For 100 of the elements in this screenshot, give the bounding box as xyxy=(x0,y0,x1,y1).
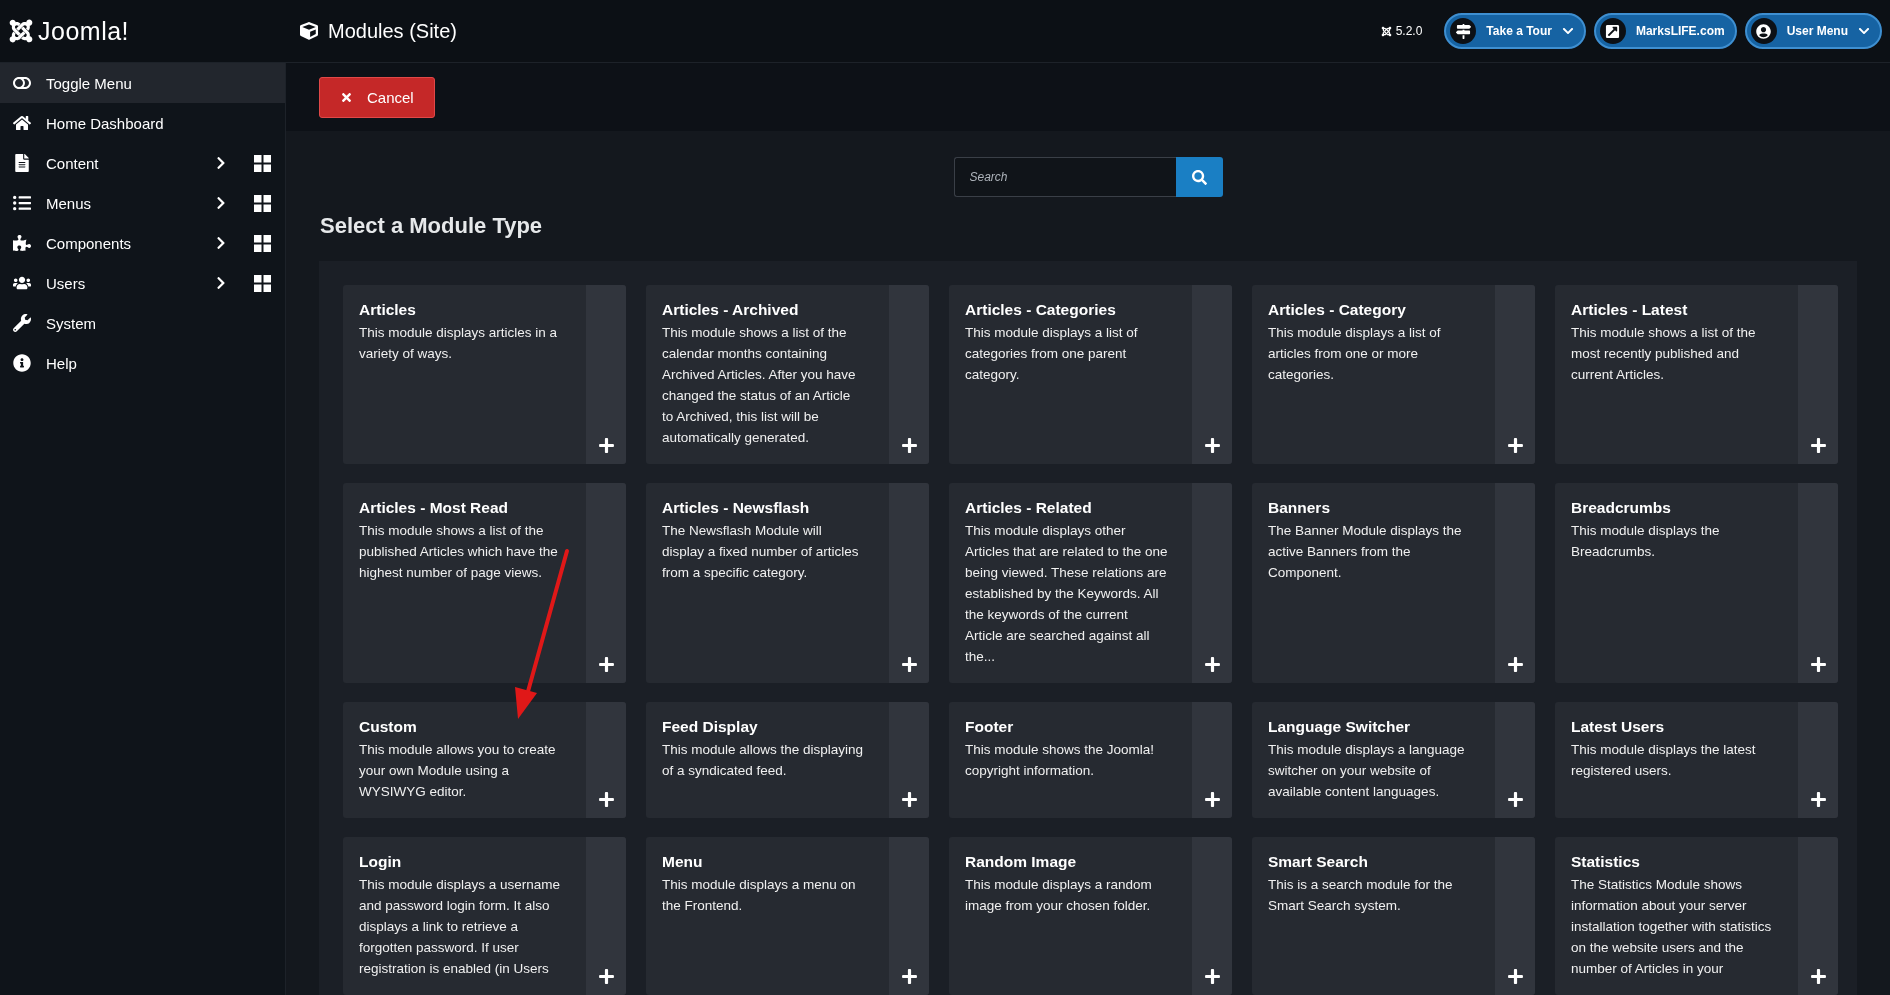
plus-icon xyxy=(1506,437,1524,454)
caret-icon xyxy=(1858,25,1870,37)
module-description: This module displays articles in a variety of ways. xyxy=(359,324,559,363)
module-description: This module displays a random image from your chosen folder. xyxy=(965,876,1153,915)
module-card[interactable]: Articles This module displays articles in a variety of ways. xyxy=(343,285,626,464)
add-button[interactable] xyxy=(597,968,615,985)
plus-icon xyxy=(900,437,918,454)
grid-icon[interactable] xyxy=(254,274,271,292)
users-icon xyxy=(13,274,31,292)
module-title: Login xyxy=(359,853,403,871)
document-icon xyxy=(13,154,31,172)
sidebar-item[interactable]: System xyxy=(0,303,285,343)
module-card[interactable]: Footer This module shows the Joomla! copyright information. xyxy=(949,702,1232,818)
add-button[interactable] xyxy=(1809,791,1827,808)
module-description: This is a search module for the Smart Search system. xyxy=(1268,876,1454,915)
grid-icon[interactable] xyxy=(254,234,271,252)
sidebar-item[interactable]: Help xyxy=(0,343,285,383)
sidebar-item[interactable]: Components xyxy=(0,223,285,263)
add-button[interactable] xyxy=(900,791,918,808)
plus-icon xyxy=(900,791,918,808)
add-button[interactable] xyxy=(597,656,615,673)
plus-icon xyxy=(1203,791,1221,808)
module-card[interactable]: Latest Users This module displays the latest registered users. xyxy=(1555,702,1838,818)
add-button[interactable] xyxy=(1203,656,1221,673)
add-button[interactable] xyxy=(597,791,615,808)
list-icon xyxy=(13,194,31,212)
add-button[interactable] xyxy=(1506,656,1524,673)
module-card[interactable]: Smart Search This is a search module for the Smart Search system. xyxy=(1252,837,1535,995)
info-icon xyxy=(13,354,31,372)
external-link-icon xyxy=(1605,23,1621,39)
add-button[interactable] xyxy=(1203,791,1221,808)
header-button[interactable]: MarksLIFE.com xyxy=(1593,13,1737,49)
grid-icon[interactable] xyxy=(254,194,271,212)
add-button[interactable] xyxy=(1506,791,1524,808)
add-button[interactable] xyxy=(900,656,918,673)
module-title: Articles - Related xyxy=(965,499,1093,517)
module-card[interactable]: Feed Display This module allows the displaying of a syndicated feed. xyxy=(646,702,929,818)
module-title: Articles - Most Read xyxy=(359,499,509,517)
add-button[interactable] xyxy=(1506,437,1524,454)
module-card[interactable]: Banners The Banner Module displays the active Banners from the Component. xyxy=(1252,483,1535,683)
add-button[interactable] xyxy=(1809,437,1827,454)
module-card[interactable]: Articles - Most Read This module shows a list of the published Articles which have the highest number of page views. xyxy=(343,483,626,683)
module-card[interactable]: Language Switcher This module displays a language switcher on your website of available content languages. xyxy=(1252,702,1535,818)
add-button[interactable] xyxy=(1203,437,1221,454)
module-title: Random Image xyxy=(965,853,1078,871)
sidebar-item[interactable]: Menus xyxy=(0,183,285,223)
module-card[interactable] xyxy=(646,285,929,464)
module-description: This module allows you to create your own Module using a WYSIWYG editor. xyxy=(359,741,557,801)
add-button[interactable] xyxy=(900,968,918,985)
module-card[interactable]: Custom This module allows you to create your own Module using a WYSIWYG editor. xyxy=(343,702,626,818)
module-card[interactable]: Articles - Newsflash The Newsflash Module will display a fixed number of articles from a specific category. xyxy=(646,483,929,683)
module-card[interactable]: Articles - Category This module displays a list of articles from one or more categories. xyxy=(1252,285,1535,464)
add-button[interactable] xyxy=(1809,968,1827,985)
module-description: This module shows a list of the calendar months containing Archived Articles. After you have changed the status of an Article to Archived, this list will be automatically generated. xyxy=(662,324,857,447)
module-title: Articles - Category xyxy=(1268,301,1407,319)
add-button[interactable] xyxy=(1203,968,1221,985)
module-description: This module displays the latest registered users. xyxy=(1571,741,1757,780)
module-description: This module shows the Joomla! copyright information. xyxy=(965,741,1156,780)
add-button[interactable] xyxy=(1809,656,1827,673)
module-description: The Statistics Module shows information about your server installation together with statistics on the website users and the number of Articles in your xyxy=(1571,876,1773,978)
module-title: Breadcrumbs xyxy=(1571,499,1672,517)
header-button[interactable]: User Menu xyxy=(1744,13,1882,49)
plus-icon xyxy=(597,968,615,985)
module-card[interactable]: Menu This module displays a menu on the Frontend. xyxy=(646,837,929,995)
sidebar-item[interactable]: Toggle Menu xyxy=(0,63,285,103)
module-card[interactable]: Random Image This module displays a random image from your chosen folder. xyxy=(949,837,1232,995)
sidebar-item[interactable]: Content xyxy=(0,143,285,183)
caret-icon xyxy=(1561,25,1574,37)
plus-icon xyxy=(597,437,615,454)
user-icon xyxy=(1756,23,1772,39)
search-field[interactable]: Search xyxy=(953,157,1176,197)
plus-icon xyxy=(1203,437,1221,454)
add-button[interactable] xyxy=(597,437,615,454)
module-card[interactable]: Login This module displays a username and password login form. It also displays a link to retrieve a forgotten password. If user registration is enabled (in Users xyxy=(343,837,626,995)
add-button[interactable] xyxy=(1506,968,1524,985)
module-description: This module displays the Breadcrumbs. xyxy=(1571,522,1721,561)
module-title: Articles - Newsflash xyxy=(662,499,811,517)
module-card[interactable]: Articles - Latest This module shows a list of the most recently published and current Articles. xyxy=(1555,285,1838,464)
plus-icon xyxy=(1203,656,1221,673)
header-button[interactable]: Take a Tour xyxy=(1444,13,1586,49)
module-title: Statistics xyxy=(1571,853,1641,871)
module-title: Custom xyxy=(359,718,418,736)
logo-text: Joomla! xyxy=(38,16,130,46)
toggle-icon xyxy=(13,74,31,92)
module-description: This module displays a list of articles from one or more categories. xyxy=(1268,324,1442,384)
plus-icon xyxy=(900,656,918,673)
plus-icon xyxy=(1809,968,1827,985)
module-card[interactable]: Statistics The Statistics Module shows information about your server installation together with statistics on the website users and the number of Articles in your xyxy=(1555,837,1838,995)
search-button[interactable] xyxy=(1175,157,1223,197)
grid-icon[interactable] xyxy=(254,154,271,172)
module-card[interactable]: Breadcrumbs This module displays the Breadcrumbs. xyxy=(1555,483,1838,683)
plus-icon xyxy=(1809,656,1827,673)
sidebar-item[interactable]: Users xyxy=(0,263,285,303)
add-button[interactable] xyxy=(900,437,918,454)
sidebar-item[interactable]: Home Dashboard xyxy=(0,103,285,143)
module-description: This module displays other Articles that are related to the one being viewed. These relations are established by the Keywords. All the keywords of the current Article are searched against all the... xyxy=(965,522,1168,666)
module-card[interactable]: Articles - Categories This module displays a list of categories from one parent category. xyxy=(949,285,1232,464)
plus-icon xyxy=(1506,656,1524,673)
cancel-button[interactable]: Cancel xyxy=(319,76,435,118)
module-card[interactable] xyxy=(949,483,1232,683)
